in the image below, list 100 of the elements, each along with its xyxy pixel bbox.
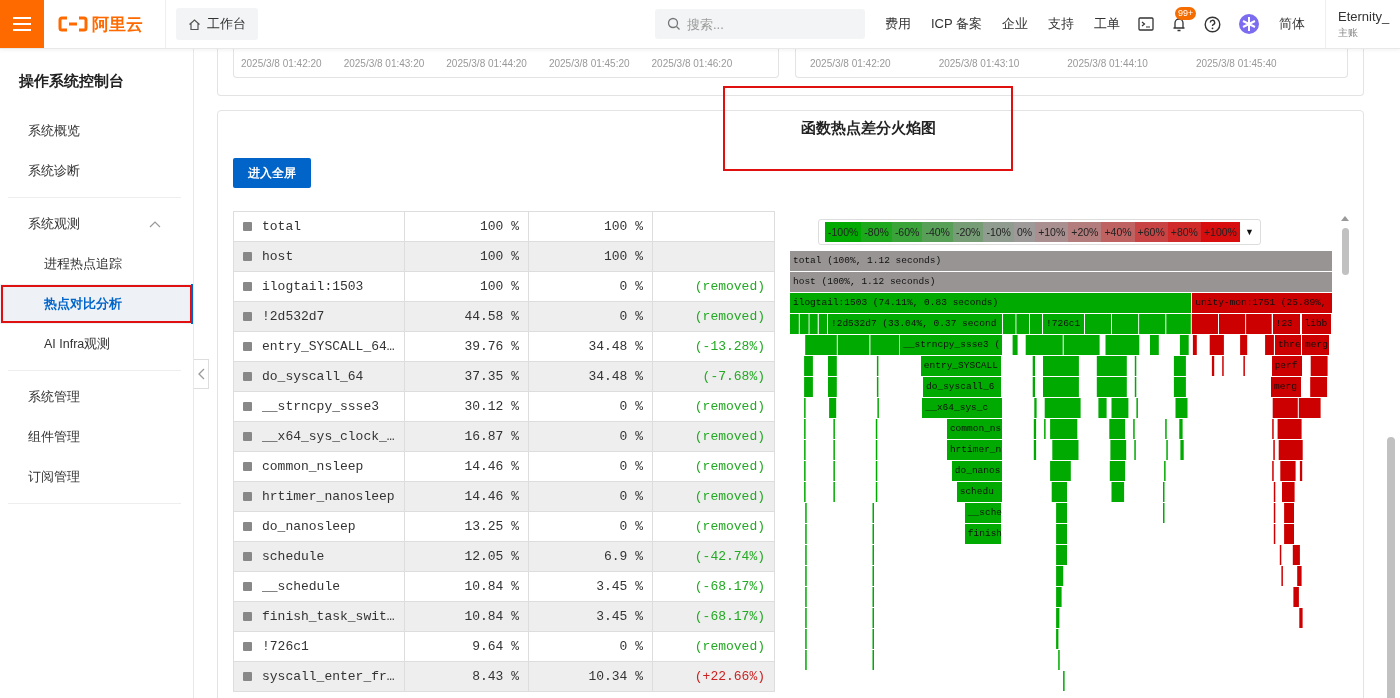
flame-bar[interactable]	[1240, 335, 1248, 355]
flame-bar[interactable]	[1191, 314, 1218, 334]
flame-frame[interactable]: perf	[1271, 356, 1303, 377]
flame-bar[interactable]	[1109, 419, 1126, 439]
flame-bar[interactable]	[1032, 377, 1035, 397]
flame-bar[interactable]	[1134, 356, 1137, 376]
flame-bar[interactable]	[1109, 461, 1126, 481]
flame-bar[interactable]	[829, 398, 837, 418]
fullscreen-button[interactable]: 进入全屏	[233, 158, 311, 188]
flame-bar[interactable]	[1192, 335, 1197, 355]
flame-bar[interactable]	[1084, 314, 1111, 334]
flame-bar[interactable]	[876, 356, 879, 376]
flame-bar[interactable]	[1105, 335, 1140, 355]
flame-bar[interactable]	[818, 314, 827, 334]
flame-frame[interactable]: ilogtail:1503 (74.11%, 0.83 seconds)	[790, 293, 1193, 314]
flame-bar[interactable]	[1033, 440, 1037, 460]
flame-bar[interactable]	[1110, 440, 1127, 460]
flame-bar[interactable]	[1096, 356, 1127, 376]
flame-frame[interactable]: do_nanos	[951, 461, 1003, 482]
flame-bar[interactable]	[1310, 356, 1328, 376]
flame-bar[interactable]	[875, 461, 878, 481]
flame-bar[interactable]	[875, 482, 878, 502]
flame-frame[interactable]: merg	[1302, 335, 1331, 356]
account-name[interactable]: Eternity_	[1338, 8, 1390, 24]
flame-frame[interactable]: !2d532d7 (33.04%, 0.37 second	[828, 314, 1003, 335]
legend-select[interactable]: -100% -80% -60% -40% -20% -10% 0% +10% +20% +40% +60% +80% +100% ▼	[818, 219, 1261, 245]
flame-bar[interactable]	[1273, 524, 1276, 544]
flame-bar[interactable]	[1279, 545, 1282, 565]
flame-bar[interactable]	[1273, 482, 1276, 502]
sidebar-item[interactable]: 热点对比分析	[0, 284, 193, 324]
flame-bar[interactable]	[1051, 482, 1067, 502]
flame-bar[interactable]	[1173, 356, 1186, 376]
flame-bar[interactable]	[1292, 545, 1300, 565]
nav-link[interactable]: 工单	[1094, 15, 1120, 33]
flame-bar[interactable]	[1277, 419, 1302, 439]
scroll-up-icon[interactable]	[1340, 215, 1350, 222]
sidebar-item[interactable]: 订阅管理	[8, 457, 181, 497]
flame-frame[interactable]: common_ns	[946, 419, 1003, 440]
flame-bar[interactable]	[876, 377, 879, 397]
workspace-button[interactable]: 工作台	[176, 8, 258, 40]
flame-bar[interactable]	[1272, 398, 1298, 418]
sidebar-item[interactable]: 系统概览	[8, 111, 181, 151]
scrollbar-thumb[interactable]	[1387, 437, 1395, 698]
flame-bar[interactable]	[1211, 356, 1215, 376]
flame-bar[interactable]	[1298, 398, 1321, 418]
flame-frame[interactable]: total (100%, 1.12 seconds)	[790, 251, 1333, 272]
nav-link[interactable]: ICP 备案	[930, 15, 982, 33]
nav-link[interactable]: 费用	[884, 15, 911, 33]
flame-bar[interactable]	[799, 314, 809, 334]
flame-bar[interactable]	[1050, 419, 1078, 439]
collapse-handle[interactable]	[194, 359, 209, 389]
flame-bar[interactable]	[1063, 335, 1100, 355]
flame-frame[interactable]: !23	[1272, 314, 1302, 335]
sidebar-item[interactable]: 系统观测	[8, 204, 181, 244]
flame-bar[interactable]	[837, 335, 870, 355]
flame-frame[interactable]: __strncpy_ssse3 (	[900, 335, 1004, 356]
flame-bar[interactable]	[1134, 377, 1137, 397]
flame-bar[interactable]	[1056, 566, 1064, 586]
flame-bar[interactable]	[1278, 440, 1303, 460]
flame-bar[interactable]	[1111, 482, 1125, 502]
flame-frame[interactable]: finish	[964, 524, 1002, 545]
flame-bar[interactable]	[1033, 419, 1037, 439]
flame-frame[interactable]: hrtimer_n	[946, 440, 1003, 461]
flame-frame[interactable]: unity-mon:1751 (25.89%,	[1192, 293, 1333, 314]
sidebar-item[interactable]: 系统管理	[8, 377, 181, 417]
flame-bar[interactable]	[1209, 335, 1224, 355]
flame-frame[interactable]: !726c1	[1043, 314, 1085, 335]
flame-frame[interactable]: thre	[1274, 335, 1303, 356]
flame-bar[interactable]	[1025, 335, 1063, 355]
flame-bar[interactable]	[1310, 377, 1328, 397]
flame-bar[interactable]	[1219, 314, 1246, 334]
terminal-icon[interactable]	[1138, 17, 1154, 31]
flame-bar[interactable]	[870, 335, 900, 355]
flame-bar[interactable]	[1112, 314, 1139, 334]
flame-bar[interactable]	[875, 440, 878, 460]
flame-bar[interactable]	[875, 419, 878, 439]
flame-frame[interactable]: do_syscall_6	[923, 377, 1002, 398]
sidebar-item[interactable]: 组件管理	[8, 417, 181, 457]
bell-icon[interactable]	[1172, 16, 1186, 32]
sidebar-item[interactable]: AI Infra观测	[8, 324, 181, 364]
nav-link[interactable]: 企业	[1002, 15, 1028, 33]
flame-frame[interactable]: libb	[1301, 314, 1333, 335]
flame-bar[interactable]	[1173, 377, 1186, 397]
sidebar-item[interactable]: 进程热点追踪	[8, 244, 181, 284]
flame-bar[interactable]	[1044, 398, 1081, 418]
flame-bar[interactable]	[1299, 461, 1303, 481]
nav-link[interactable]: 支持	[1048, 15, 1074, 33]
flame-bar[interactable]	[1032, 356, 1035, 376]
language-link[interactable]: 简体	[1279, 15, 1305, 33]
flame-frame[interactable]: entry_SYSCALL	[920, 356, 1002, 377]
flame-frame[interactable]: __x64_sys_c	[922, 398, 1004, 419]
sidebar-item[interactable]: 系统诊断	[8, 151, 181, 191]
search-field[interactable]: 搜索...	[654, 9, 865, 39]
flame-bar[interactable]	[1139, 314, 1166, 334]
flame-frame[interactable]: schedu	[956, 482, 1003, 503]
menu-button[interactable]	[0, 0, 44, 48]
flame-bar[interactable]	[1273, 503, 1276, 523]
help-icon[interactable]	[1204, 15, 1221, 33]
scrollbar-thumb[interactable]	[1341, 228, 1349, 275]
flame-frame[interactable]: host (100%, 1.12 seconds)	[790, 272, 1333, 293]
